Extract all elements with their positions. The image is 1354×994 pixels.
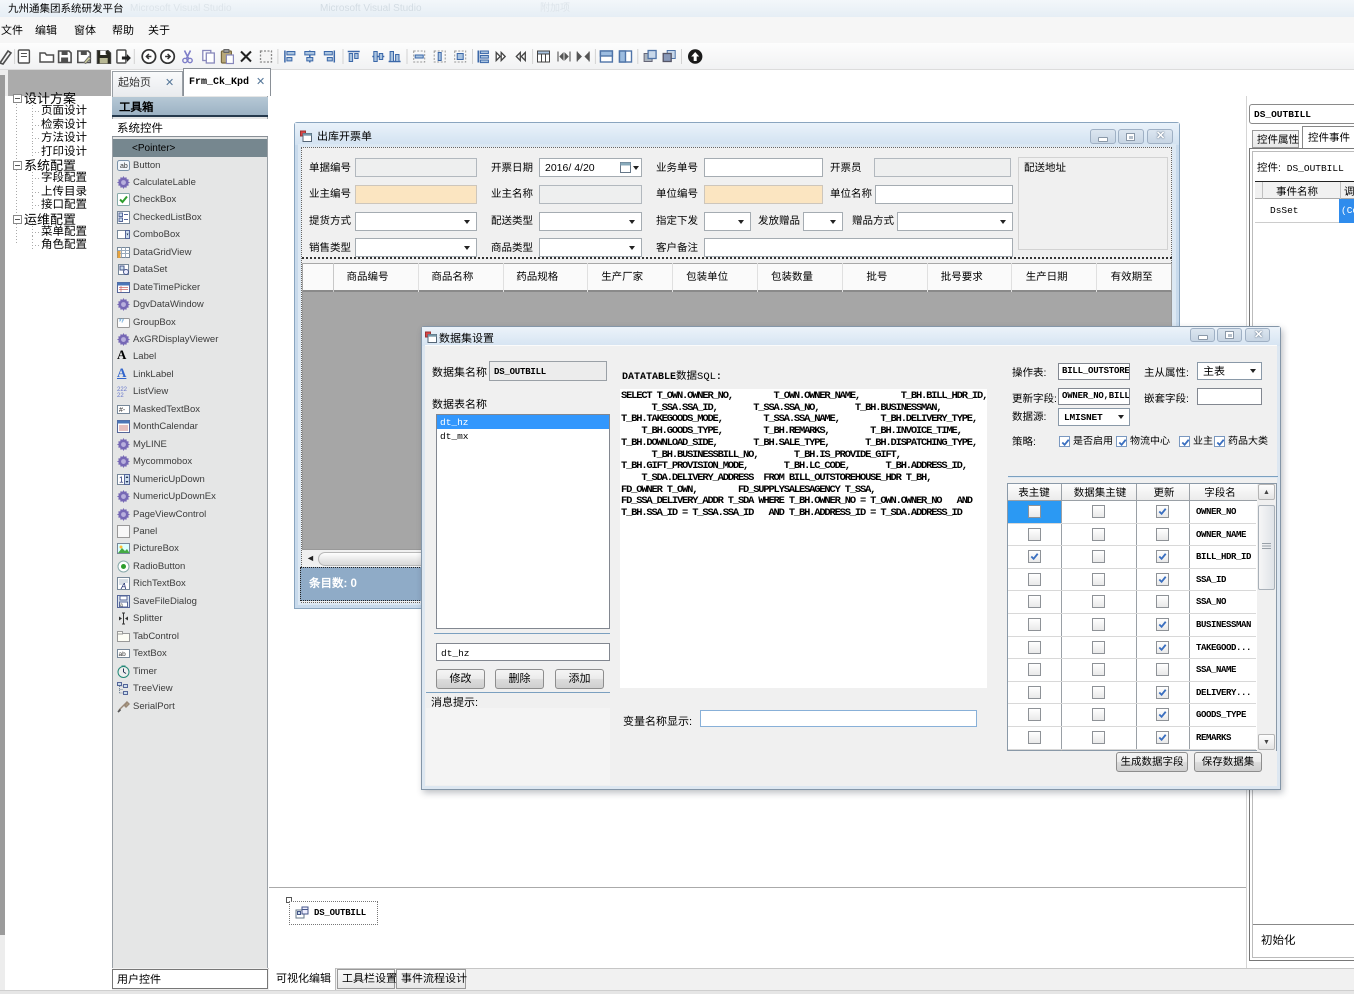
svg-text:A: A (120, 582, 126, 590)
svg-text:22: 22 (117, 393, 124, 398)
svg-text:#-: #- (119, 407, 126, 414)
svg-text:a: a (120, 602, 123, 608)
svg-text:ab: ab (119, 651, 127, 658)
svg-text:ab: ab (120, 163, 128, 170)
svg-text:xy: xy (119, 317, 125, 323)
svg-text:1: 1 (119, 475, 124, 484)
